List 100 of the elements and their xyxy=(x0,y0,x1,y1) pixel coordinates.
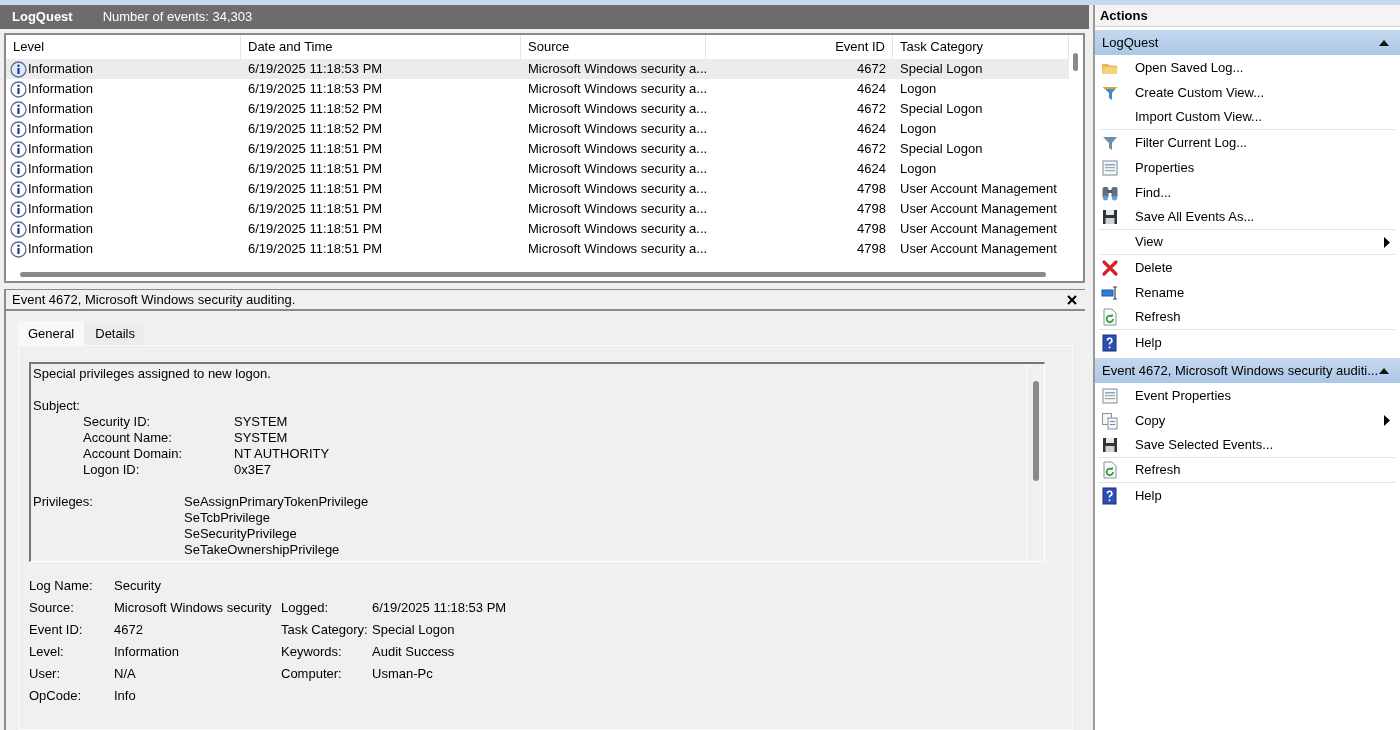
field-label: Logon ID: xyxy=(83,462,141,478)
table-cell: 4624 xyxy=(857,81,886,97)
table-cell: Microsoft Windows security a... xyxy=(528,81,708,97)
action-item[interactable]: Refresh xyxy=(1099,458,1396,483)
table-cell-text: Information xyxy=(28,140,94,159)
event-row[interactable]: Information 6/19/2025 11:18:53 PM Microsoft Windows security a... 4672 Special Logon xyxy=(6,59,1069,79)
property-value: Usman-Pc xyxy=(372,665,433,684)
field-value: SYSTEM xyxy=(234,430,288,446)
section-header[interactable]: LogQuest xyxy=(1095,30,1400,55)
action-item[interactable]: Save Selected Events... xyxy=(1099,433,1396,458)
tab[interactable]: Details xyxy=(85,323,145,345)
action-item[interactable]: Copy xyxy=(1099,408,1396,433)
info-icon xyxy=(10,60,27,78)
description-text: Special privileges assigned to new logon. xyxy=(33,366,272,382)
action-item[interactable]: Save All Events As... xyxy=(1099,205,1396,230)
table-cell: 4672 xyxy=(857,101,886,117)
action-item[interactable]: Create Custom View... xyxy=(1099,80,1396,105)
action-item[interactable]: Find... xyxy=(1099,180,1396,205)
action-item[interactable]: View xyxy=(1099,230,1396,255)
table-cell: User Account Management xyxy=(900,201,1057,217)
help-icon xyxy=(1101,333,1119,352)
table-cell: 6/19/2025 11:18:51 PM xyxy=(248,241,383,257)
privilege-name: SeTakeOwnershipPrivilege xyxy=(184,542,341,558)
action-item[interactable]: Refresh xyxy=(1099,305,1396,330)
info-icon xyxy=(10,120,27,138)
subject-heading: Subject: xyxy=(33,398,81,414)
table-cell: 6/19/2025 11:18:51 PM xyxy=(248,221,383,237)
table-cell: 4798 xyxy=(857,221,886,237)
table-cell: User Account Management xyxy=(900,241,1057,257)
table-cell: 4672 xyxy=(857,61,886,77)
close-icon xyxy=(1067,294,1077,305)
table-cell: 4624 xyxy=(857,121,886,137)
action-item[interactable]: Open Saved Log... xyxy=(1099,55,1396,80)
property-value: Info xyxy=(114,687,136,706)
field-value: SYSTEM xyxy=(234,414,288,430)
info-icon xyxy=(10,200,27,218)
table-cell: Logon xyxy=(900,121,937,137)
property-value: Security xyxy=(114,577,161,596)
property-label: Keywords: xyxy=(281,643,343,662)
collapse-caret-icon[interactable] xyxy=(1378,366,1390,375)
action-item[interactable]: Properties xyxy=(1099,155,1396,180)
tab[interactable]: General xyxy=(18,321,85,345)
properties-icon xyxy=(1101,386,1119,405)
action-item[interactable]: Event Properties xyxy=(1099,383,1396,408)
privilege-name: SeSecurityPrivilege xyxy=(184,526,298,542)
action-item[interactable]: Filter Current Log... xyxy=(1099,130,1396,155)
table-cell-text: Information xyxy=(28,160,94,179)
table-cell: Microsoft Windows security a... xyxy=(528,221,708,237)
property-value: Microsoft Windows security xyxy=(114,599,272,618)
table-cell: Microsoft Windows security a... xyxy=(528,201,708,217)
table-cell-text: Information xyxy=(28,180,94,199)
property-label: Source: xyxy=(29,599,75,618)
table-cell: Special Logon xyxy=(900,61,983,77)
horizontal-scrollbar[interactable] xyxy=(20,271,1046,277)
action-item[interactable]: Help xyxy=(1099,330,1396,355)
action-item[interactable]: Help xyxy=(1099,483,1396,508)
table-cell: 6/19/2025 11:18:52 PM xyxy=(248,121,383,137)
info-icon xyxy=(10,240,27,258)
property-label: Task Category: xyxy=(281,621,369,640)
submenu-arrow-icon xyxy=(1384,236,1390,248)
table-cell-text: Information xyxy=(28,60,94,79)
table-cell: 4672 xyxy=(857,141,886,157)
event-detail-title: Event 4672, Microsoft Windows security auditing. xyxy=(12,290,296,309)
table-cell: 6/19/2025 11:18:51 PM xyxy=(248,201,383,217)
action-item[interactable]: Rename xyxy=(1099,280,1396,305)
copy-icon xyxy=(1101,411,1119,430)
event-count: Number of events: 34,303 xyxy=(102,8,253,27)
action-item[interactable]: Import Custom View... xyxy=(1099,105,1396,130)
property-value: 6/19/2025 11:18:53 PM xyxy=(372,599,507,618)
table-cell: Microsoft Windows security a... xyxy=(528,141,708,157)
info-icon xyxy=(10,140,27,158)
table-cell: Microsoft Windows security a... xyxy=(528,101,708,117)
property-label: Computer: xyxy=(281,665,343,684)
table-cell: Special Logon xyxy=(900,101,983,117)
action-item[interactable]: Delete xyxy=(1099,255,1396,280)
table-cell: Special Logon xyxy=(900,141,983,157)
field-label: Security ID: xyxy=(83,414,152,430)
property-value: Audit Success xyxy=(372,643,455,662)
scrollbar-thumb[interactable] xyxy=(1073,53,1078,71)
info-icon xyxy=(10,220,27,238)
property-label: Level: xyxy=(29,643,65,662)
info-icon xyxy=(10,100,27,118)
table-cell: User Account Management xyxy=(900,221,1057,237)
field-value: 0x3E7 xyxy=(234,462,271,478)
table-cell: 4798 xyxy=(857,181,886,197)
property-label: User: xyxy=(29,665,62,684)
scrollbar-thumb[interactable] xyxy=(1033,381,1039,481)
property-value: 4672 xyxy=(114,621,143,640)
property-label: Log Name: xyxy=(29,577,94,596)
property-value: N/A xyxy=(114,665,136,684)
table-cell: 6/19/2025 11:18:52 PM xyxy=(248,101,383,117)
collapse-caret-icon[interactable] xyxy=(1378,38,1390,47)
info-icon xyxy=(10,160,27,178)
properties-icon xyxy=(1101,158,1119,177)
close-button[interactable] xyxy=(1065,292,1079,307)
privileges-heading: Privileges: xyxy=(33,494,94,511)
table-cell: Logon xyxy=(900,81,937,97)
section-header[interactable]: Event 4672, Microsoft Windows security auditi... xyxy=(1095,358,1400,383)
submenu-arrow-icon xyxy=(1384,415,1390,426)
field-label: Account Domain: xyxy=(83,446,183,462)
